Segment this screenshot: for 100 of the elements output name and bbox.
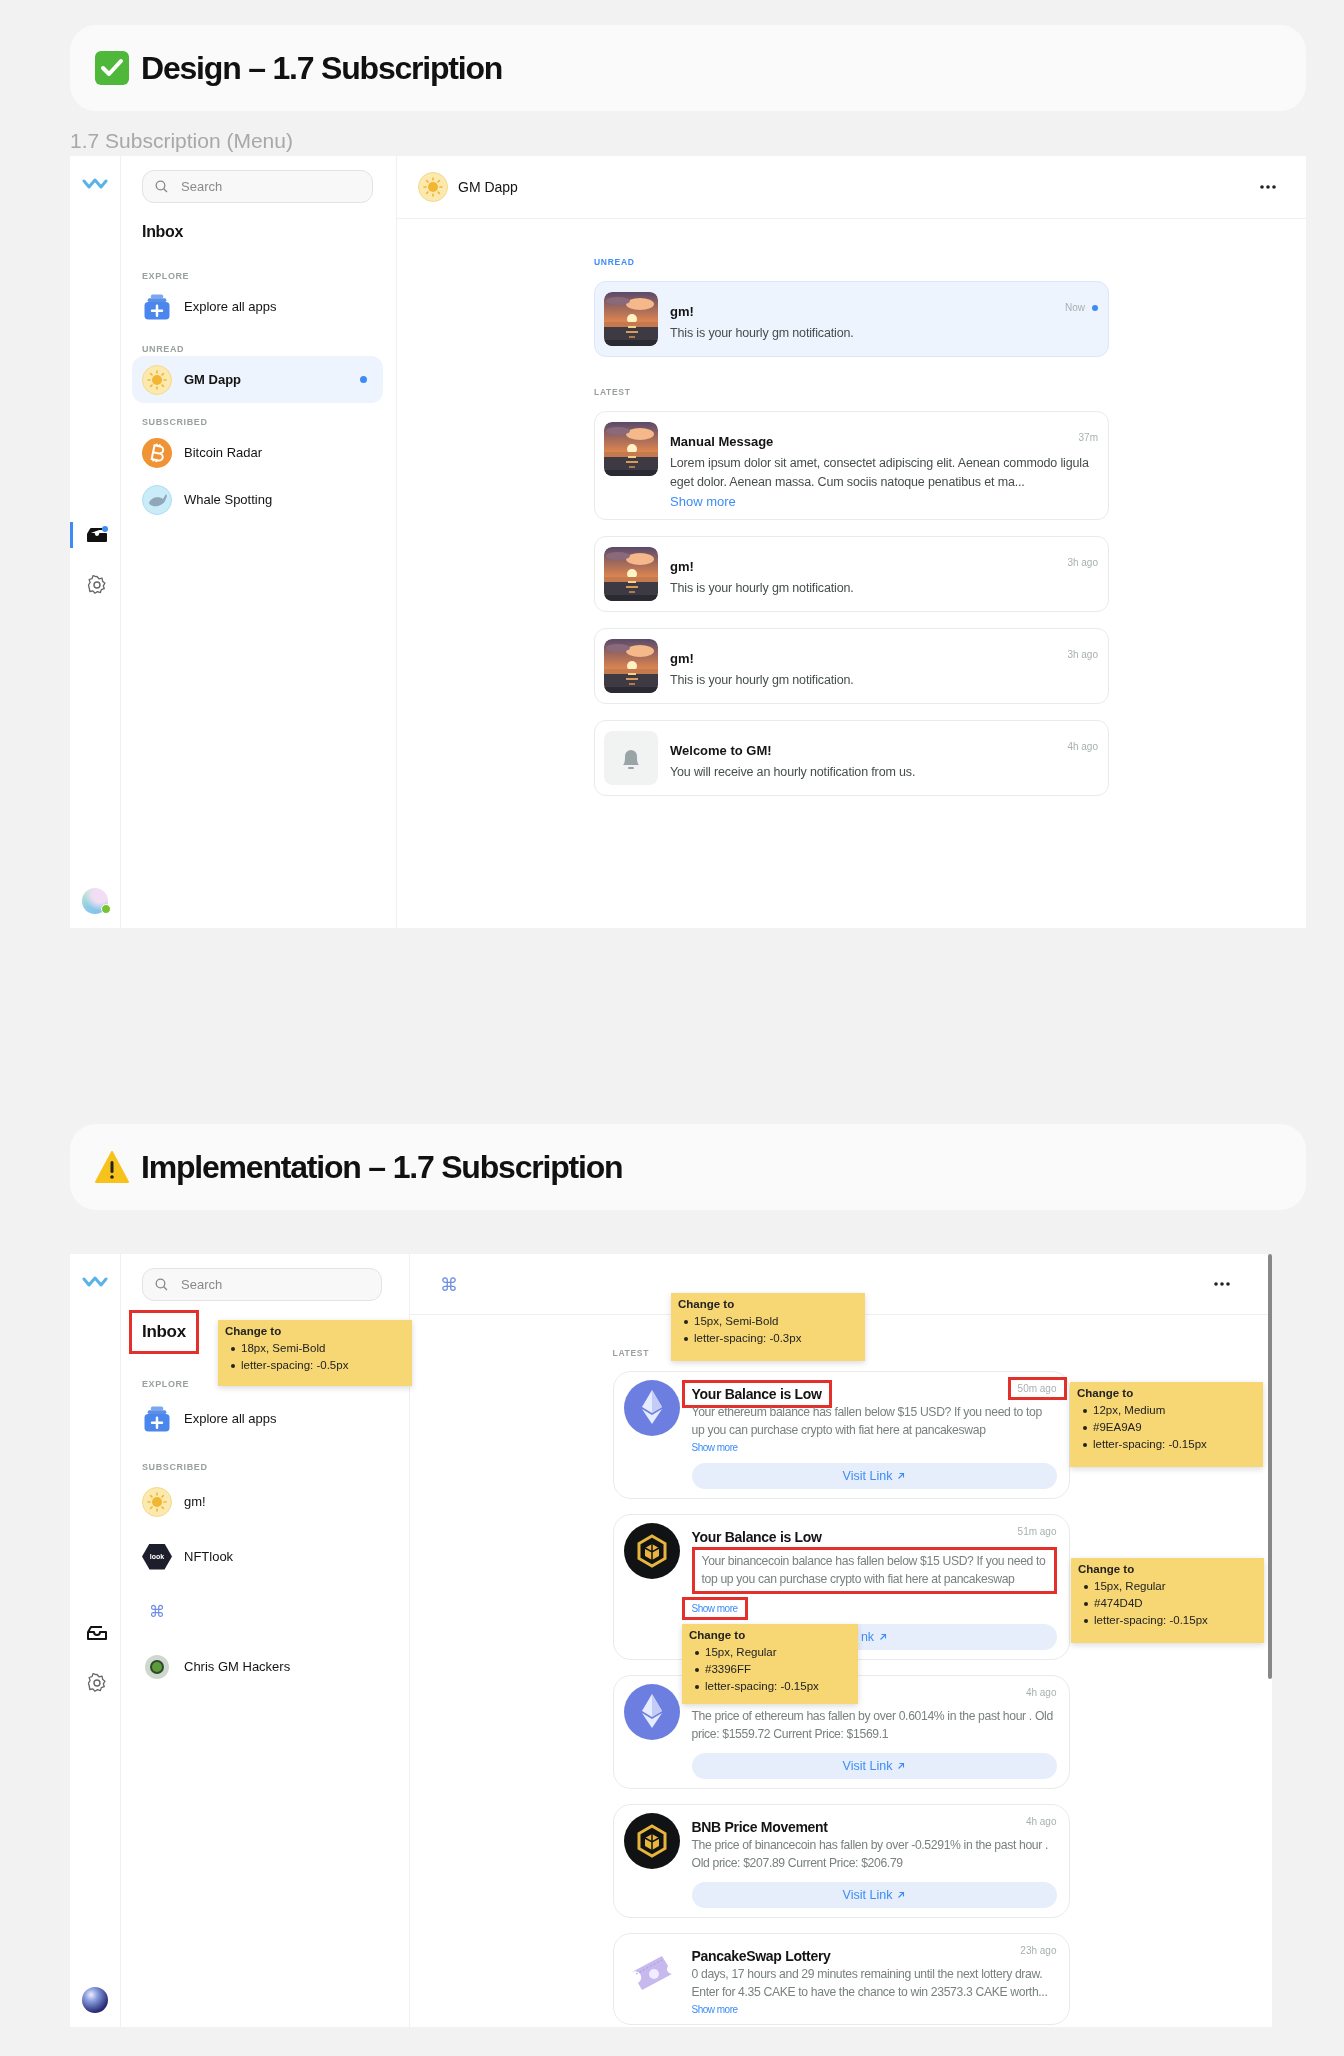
notification-card[interactable]: PancakeSwap Lottery 23h ago 0 days, 17 hours and 29 minutes remaining until the next lottery draw. Enter for 4.35 CAKE to have the chance to win 23573.3 CAKE worth... Show more — [612, 1933, 1070, 2025]
notification-card[interactable]: Manual Message 37m Lorem ipsum dolor sit amet, consectet adipiscing elit. Aenean commodo ligula eget dolor. Aenean massa. Cum sociis natoque penatibus et ma... Show more — [594, 411, 1109, 520]
notification-title: PancakeSwap Lottery — [691, 1947, 831, 1964]
sidebar-item[interactable]: Explore all apps — [132, 283, 383, 330]
show-more-link[interactable]: Show more — [691, 1442, 738, 1453]
frame-label: 1.7 Subscription (Menu) — [70, 128, 294, 154]
notification-text: Lorem ipsum dolor sit amet, consectet adipiscing elit. Aenean commodo ligula eget dolor. Aenean massa. Cum sociis natoque penatibus et ma... — [670, 455, 1090, 491]
command-glyph: ⌘ — [440, 1273, 458, 1295]
show-more-link[interactable]: Show more — [670, 494, 736, 509]
bullet-icon — [684, 1319, 688, 1324]
notification-card[interactable]: Welcome to GM! 4h ago You will receive an hourly notification from us. — [594, 720, 1109, 796]
note-text: 18px, Semi-Bold — [241, 1341, 326, 1356]
sidebar-item[interactable]: Bitcoin Radar — [132, 429, 383, 476]
bullet-icon — [231, 1363, 235, 1368]
more-icon[interactable] — [1260, 185, 1276, 189]
note-heading: Change to — [1077, 1387, 1135, 1399]
arrow-icon — [879, 1633, 888, 1641]
note-text: 15px, Semi-Bold — [694, 1314, 779, 1329]
arrow-icon — [897, 1891, 906, 1899]
search-field[interactable]: Search — [142, 170, 373, 203]
unread-dot — [1092, 304, 1098, 311]
note-text: #474D4D — [1094, 1596, 1143, 1611]
bullet-icon — [1084, 1584, 1088, 1589]
sidebar-item[interactable]: Explore all apps — [132, 1391, 392, 1446]
note-text: letter-spacing: -0.15px — [1094, 1613, 1208, 1628]
notification-text: 0 days, 17 hours and 29 minutes remaining until the next lottery draw. Enter for 4.35 CAKE to have the chance to win 23573.3 CAKE worth... — [691, 1966, 1049, 2001]
group-label: EXPLORE — [142, 271, 191, 283]
bullet-icon — [695, 1650, 699, 1655]
notification-card[interactable]: gm! 3h ago This is your hourly gm notification. — [594, 628, 1109, 704]
notification-text: This is your hourly gm notification. — [670, 672, 855, 689]
notification-text: Your binancecoin balance has fallen below $15 USD? If you need to top up you can purchase crypto with fiat here at pancakeswap — [691, 1547, 1057, 1594]
notification-time: 4h ago — [1025, 1816, 1057, 1827]
notification-card[interactable]: Your Balance is Low 50m ago Your ethereum balance has fallen below $15 USD? If you need to top up you can purchase crypto with fiat here at pancakeswap Show more Visit Link — [612, 1371, 1070, 1499]
inbox-icon — [85, 1624, 108, 1642]
sun-icon — [142, 1486, 172, 1517]
more-icon[interactable] — [1214, 1282, 1230, 1286]
note-heading: Change to — [225, 1325, 283, 1337]
group-label: SUBSCRIBED — [142, 417, 209, 429]
bullet-icon — [1083, 1408, 1087, 1413]
search-icon — [155, 1278, 168, 1291]
sun-icon — [418, 172, 448, 202]
whale-icon — [142, 484, 172, 515]
notification-card[interactable]: gm! 3h ago This is your hourly gm notification. — [594, 536, 1109, 612]
notification-text: This is your hourly gm notification. — [670, 580, 855, 597]
inbox-heading: Inbox — [129, 1310, 199, 1354]
sidebar-item[interactable]: Whale Spotting — [132, 476, 383, 523]
note-text: letter-spacing: -0.15px — [705, 1679, 819, 1694]
user-avatar[interactable] — [82, 1987, 108, 2013]
notification-title: gm! — [670, 650, 694, 666]
notification-time: 51m ago — [1017, 1526, 1057, 1537]
notification-time: 37m — [1078, 432, 1098, 443]
arrow-icon — [897, 1472, 906, 1480]
feed-section-label: LATEST — [612, 1348, 651, 1358]
inbox-heading: Inbox — [142, 223, 184, 241]
section-title: Design – 1.7 Subscription — [141, 49, 503, 87]
sidebar-item[interactable]: gm! — [132, 1474, 392, 1529]
feed-section-label: LATEST — [594, 387, 632, 397]
note-text: #3396FF — [705, 1662, 752, 1677]
notification-card[interactable]: gm! Now This is your hourly gm notification. — [594, 281, 1109, 357]
bullet-icon — [1084, 1618, 1088, 1623]
sidebar-item[interactable]: Chris GM Hackers — [132, 1639, 392, 1694]
bullet-icon — [231, 1346, 235, 1351]
note-text: letter-spacing: -0.3px — [694, 1331, 802, 1346]
note-text: letter-spacing: -0.5px — [241, 1358, 349, 1373]
note-heading: Change to — [1078, 1563, 1136, 1575]
bell-icon — [604, 731, 658, 785]
bullet-icon — [695, 1684, 699, 1689]
notification-time: 3h ago — [1067, 557, 1098, 568]
online-dot — [101, 904, 111, 914]
command-glyph: ⌘ — [149, 1602, 165, 1621]
notification-text: This is your hourly gm notification. — [670, 325, 855, 342]
show-more-link[interactable]: Show more — [681, 1597, 748, 1620]
scrollbar[interactable] — [1268, 1254, 1272, 1679]
warning-icon — [95, 1151, 129, 1183]
notification-card[interactable]: BNB Price Movement 4h ago The price of binancecoin has fallen by over -0.5291% in the past hour . Old price: $207.89 Current Price: $206.79 Visit Link — [612, 1804, 1070, 1918]
notification-time: 50m ago — [1007, 1377, 1067, 1400]
show-more-link[interactable]: Show more — [691, 2004, 738, 2015]
notification-time: 4h ago — [1067, 741, 1098, 752]
inbox-icon — [85, 526, 108, 544]
notification-time: 4h ago — [1025, 1687, 1057, 1698]
group-label: EXPLORE — [142, 1379, 191, 1391]
notification-time: 23h ago — [1020, 1945, 1057, 1956]
cube-icon — [623, 1523, 680, 1579]
arrow-icon — [897, 1762, 906, 1770]
sidebar-item[interactable]: GM Dapp — [132, 356, 383, 403]
search-field[interactable]: Search — [142, 1268, 382, 1301]
bullet-icon — [695, 1667, 699, 1672]
notification-title: Welcome to GM! — [670, 742, 772, 758]
notification-title: gm! — [670, 558, 694, 574]
group-label: SUBSCRIBED — [142, 1462, 209, 1474]
notification-title: gm! — [670, 303, 694, 319]
note-heading: Change to — [689, 1629, 747, 1641]
note-heading: Change to — [678, 1298, 736, 1310]
section-title: Implementation – 1.7 Subscription — [141, 1148, 623, 1186]
notification-title: Your Balance is Low — [691, 1528, 822, 1545]
feed-section-label: UNREAD — [594, 257, 636, 267]
bullet-icon — [1083, 1425, 1087, 1430]
notification-title: Your Balance is Low — [681, 1379, 832, 1408]
bullet-icon — [1084, 1601, 1088, 1606]
bullet-icon — [684, 1336, 688, 1341]
